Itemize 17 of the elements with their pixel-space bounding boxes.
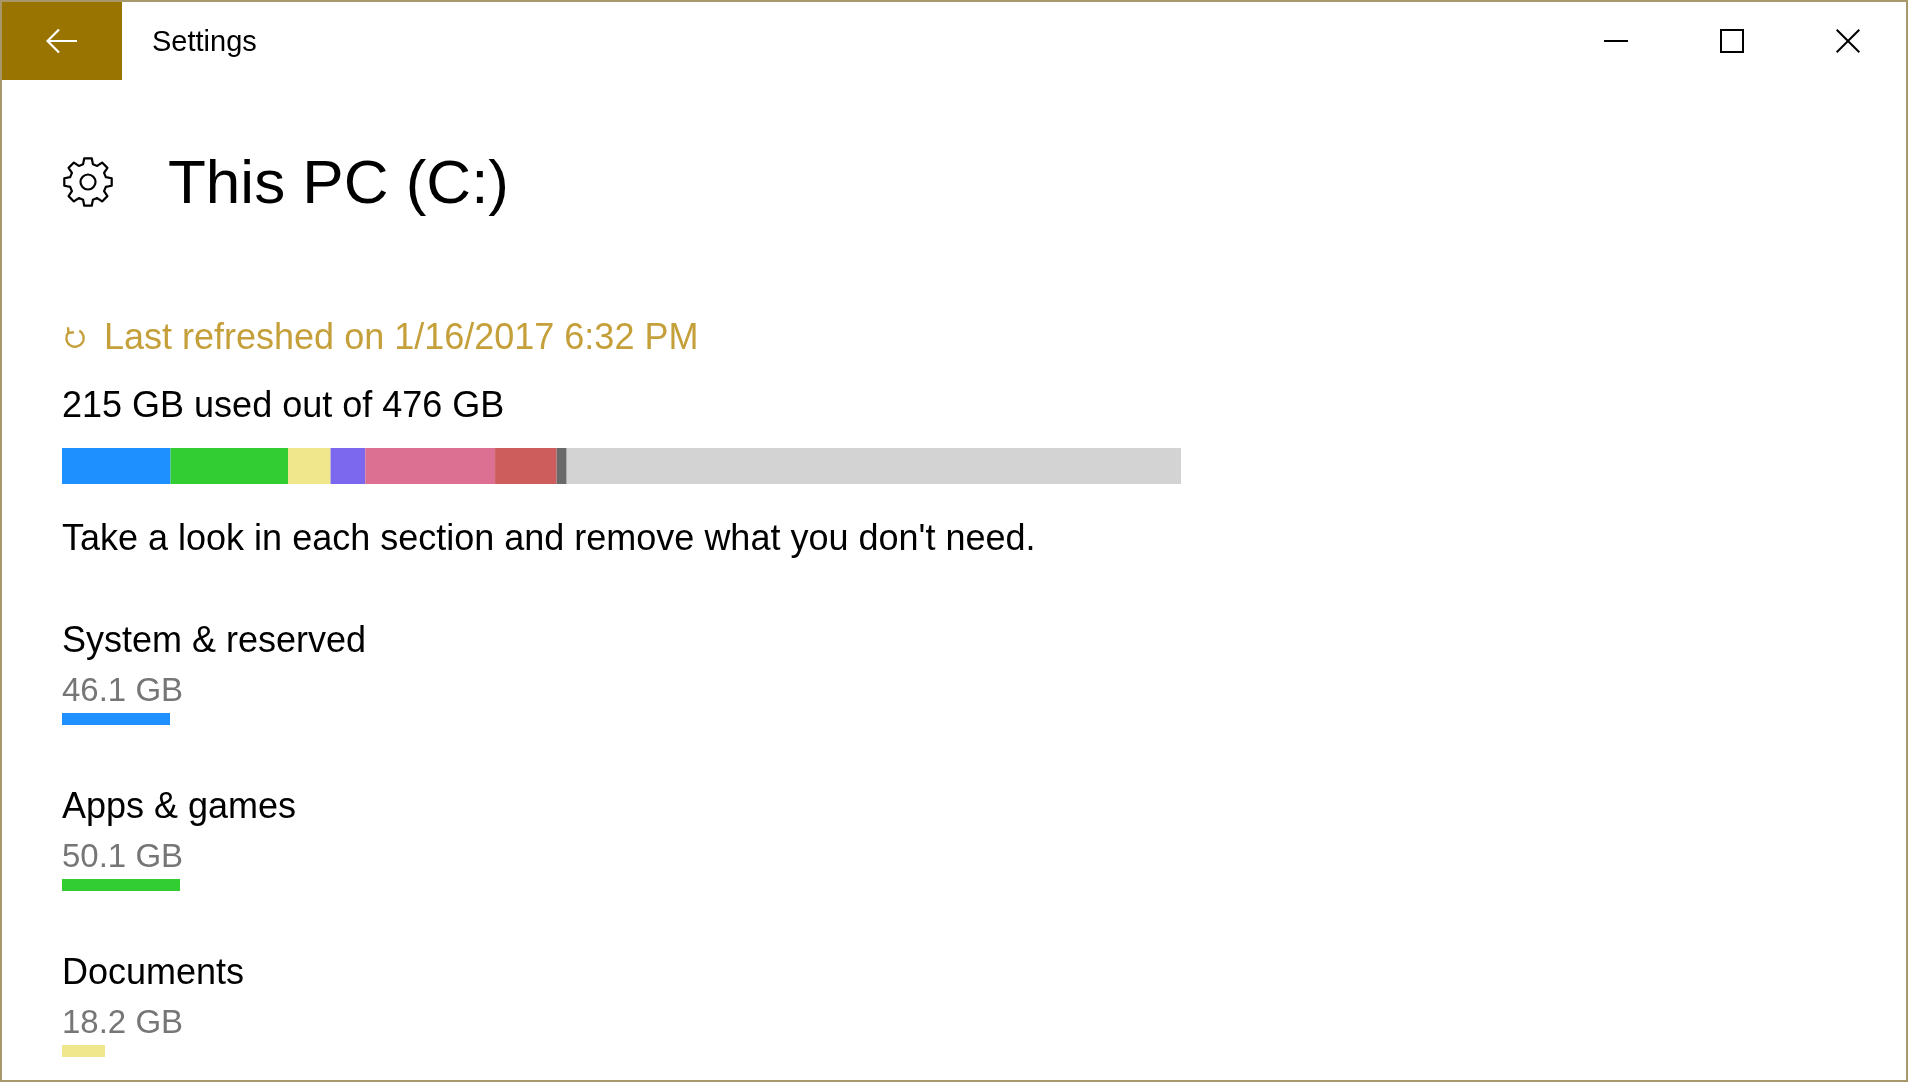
window-title: Settings — [152, 24, 257, 59]
minimize-icon — [1604, 40, 1628, 42]
close-icon — [1836, 29, 1860, 53]
category-name: System & reserved — [62, 618, 367, 662]
category-name: Apps & games — [62, 784, 297, 828]
back-arrow-icon — [46, 28, 78, 54]
settings-gear-icon — [62, 156, 114, 208]
category-name: Documents — [62, 950, 245, 994]
cleanup-hint-text: Take a look in each section and remove what you don't need. — [62, 516, 1037, 560]
refresh-link[interactable]: Last refreshed on 1/16/2017 6:32 PM — [62, 315, 699, 359]
back-button[interactable] — [2, 2, 122, 80]
category-size: 18.2 GB — [62, 1002, 184, 1042]
storage-used-summary: 215 GB used out of 476 GB — [62, 383, 506, 427]
category-size: 50.1 GB — [62, 836, 184, 876]
category-size: 46.1 GB — [62, 670, 184, 710]
maximize-icon — [1720, 29, 1744, 53]
refresh-icon — [62, 324, 88, 350]
